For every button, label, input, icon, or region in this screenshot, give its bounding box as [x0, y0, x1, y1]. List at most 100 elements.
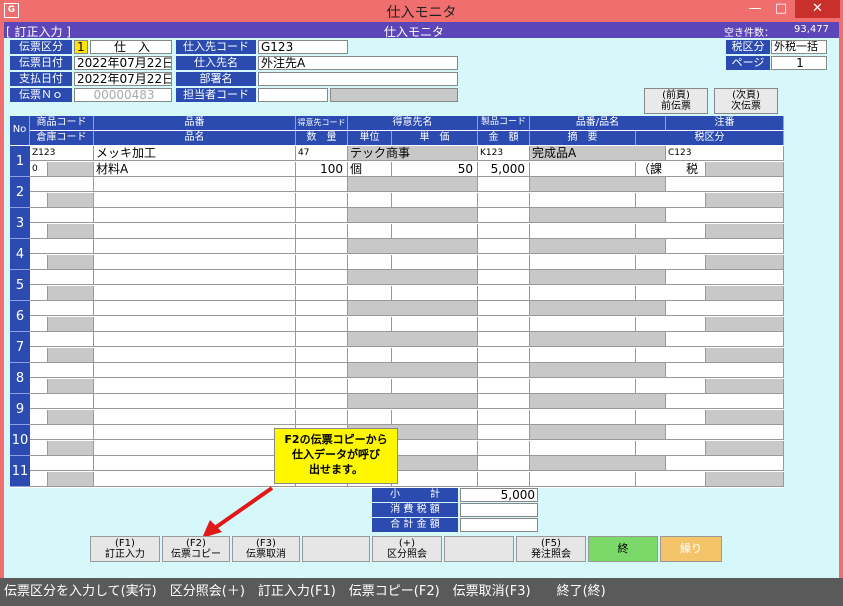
cell-customer-code[interactable]	[296, 239, 348, 254]
cell-hinban-name[interactable]	[530, 425, 666, 440]
cell-chuban[interactable]	[666, 332, 784, 347]
fkey-button-6[interactable]	[444, 536, 514, 562]
cell-chuban[interactable]: C123	[666, 146, 784, 161]
cell-hinban[interactable]	[94, 456, 296, 471]
cell-customer-name[interactable]	[348, 208, 478, 223]
maximize-button[interactable]: □	[768, 0, 794, 18]
cell-product-code[interactable]	[30, 239, 94, 254]
cell-hinban-name[interactable]	[530, 208, 666, 223]
cell-tekiyo[interactable]	[530, 317, 636, 332]
cell-amount[interactable]	[478, 472, 530, 487]
supplier-code-field[interactable]: G123	[258, 40, 348, 54]
cell-warehouse-code[interactable]	[30, 255, 48, 270]
fkey-button-5[interactable]: (+) 区分照会	[372, 536, 442, 562]
cell-customer-name[interactable]	[348, 239, 478, 254]
fkey-button-2[interactable]: (F2) 伝票コピー	[162, 536, 230, 562]
cell-tekiyo[interactable]	[530, 255, 636, 270]
cell-hinmei[interactable]	[94, 317, 296, 332]
cell-tekiyo[interactable]	[530, 224, 636, 239]
cell-unit-price[interactable]	[392, 410, 478, 425]
cell-seihin-code[interactable]	[478, 394, 530, 409]
cell-unit-price[interactable]	[392, 379, 478, 394]
cell-warehouse-code[interactable]: 0	[30, 162, 48, 177]
cell-seihin-code[interactable]	[478, 301, 530, 316]
cell-amount[interactable]	[478, 193, 530, 208]
cell-unit[interactable]: 個	[348, 162, 392, 177]
cell-hinban-name[interactable]	[530, 239, 666, 254]
cell-amount[interactable]	[478, 410, 530, 425]
cell-chuban[interactable]	[666, 456, 784, 471]
cell-seihin-code[interactable]	[478, 363, 530, 378]
cell-warehouse-code[interactable]	[30, 286, 48, 301]
cell-chuban[interactable]	[666, 363, 784, 378]
cell-customer-code[interactable]	[296, 208, 348, 223]
fkey-button-9[interactable]: 繰り	[660, 536, 722, 562]
cell-warehouse-code[interactable]	[30, 317, 48, 332]
cell-tekiyo[interactable]	[530, 472, 636, 487]
cell-unit[interactable]	[348, 410, 392, 425]
minimize-button[interactable]: —	[742, 0, 768, 18]
cell-warehouse-code[interactable]	[30, 472, 48, 487]
cell-hinban-name[interactable]: 完成品A	[530, 146, 666, 161]
cell-chuban[interactable]	[666, 208, 784, 223]
cell-customer-name[interactable]: テック商事	[348, 146, 478, 161]
cell-seihin-code[interactable]	[478, 177, 530, 192]
cell-hinmei[interactable]	[94, 286, 296, 301]
cell-unit-price[interactable]	[392, 348, 478, 363]
cell-tekiyo[interactable]	[530, 348, 636, 363]
cell-qty[interactable]: 100	[296, 162, 348, 177]
cell-tax[interactable]: （課 税	[636, 162, 706, 177]
cell-unit-price[interactable]	[392, 441, 478, 456]
cell-customer-code[interactable]	[296, 301, 348, 316]
cell-customer-code[interactable]	[296, 394, 348, 409]
cell-hinban[interactable]	[94, 270, 296, 285]
cell-customer-name[interactable]	[348, 177, 478, 192]
cell-unit-price[interactable]	[392, 472, 478, 487]
cell-chuban[interactable]	[666, 425, 784, 440]
cell-hinmei[interactable]	[94, 441, 296, 456]
cell-hinban-name[interactable]	[530, 177, 666, 192]
close-button[interactable]: ✕	[795, 0, 840, 18]
cell-hinban-name[interactable]	[530, 456, 666, 471]
cell-hinmei[interactable]	[94, 410, 296, 425]
cell-hinban-name[interactable]	[530, 363, 666, 378]
cell-amount[interactable]	[478, 286, 530, 301]
cell-unit-price[interactable]	[392, 193, 478, 208]
cell-hinban[interactable]	[94, 177, 296, 192]
cell-qty[interactable]	[296, 255, 348, 270]
cell-unit[interactable]	[348, 317, 392, 332]
cell-hinban[interactable]	[94, 394, 296, 409]
cell-customer-code[interactable]	[296, 363, 348, 378]
cell-amount[interactable]	[478, 379, 530, 394]
cell-hinban[interactable]: メッキ加工	[94, 146, 296, 161]
cell-hinban-name[interactable]	[530, 301, 666, 316]
cell-amount[interactable]	[478, 317, 530, 332]
cell-amount[interactable]	[478, 224, 530, 239]
pay-date-field[interactable]: 2022年07月22日	[74, 72, 172, 86]
cell-tekiyo[interactable]	[530, 162, 636, 177]
cell-hinban-name[interactable]	[530, 270, 666, 285]
cell-hinmei[interactable]	[94, 193, 296, 208]
cell-hinban[interactable]	[94, 425, 296, 440]
cell-warehouse-code[interactable]	[30, 193, 48, 208]
cell-warehouse-code[interactable]	[30, 348, 48, 363]
cell-unit-price[interactable]: 50	[392, 162, 478, 177]
cell-chuban[interactable]	[666, 177, 784, 192]
cell-hinmei[interactable]: 材料A	[94, 162, 296, 177]
cell-qty[interactable]	[296, 317, 348, 332]
cell-seihin-code[interactable]	[478, 332, 530, 347]
cell-chuban[interactable]	[666, 301, 784, 316]
cell-unit-price[interactable]	[392, 317, 478, 332]
cell-customer-name[interactable]	[348, 332, 478, 347]
cell-product-code[interactable]: Z123	[30, 146, 94, 161]
cell-tax[interactable]	[636, 472, 706, 487]
cell-warehouse-code[interactable]	[30, 224, 48, 239]
fkey-button-3[interactable]: (F3) 伝票取消	[232, 536, 300, 562]
cell-tax[interactable]	[636, 224, 706, 239]
cell-hinmei[interactable]	[94, 255, 296, 270]
cell-tax[interactable]	[636, 348, 706, 363]
fkey-button-7[interactable]: (F5) 発注照会	[516, 536, 586, 562]
cell-product-code[interactable]	[30, 363, 94, 378]
cell-warehouse-code[interactable]	[30, 441, 48, 456]
cell-customer-name[interactable]	[348, 270, 478, 285]
